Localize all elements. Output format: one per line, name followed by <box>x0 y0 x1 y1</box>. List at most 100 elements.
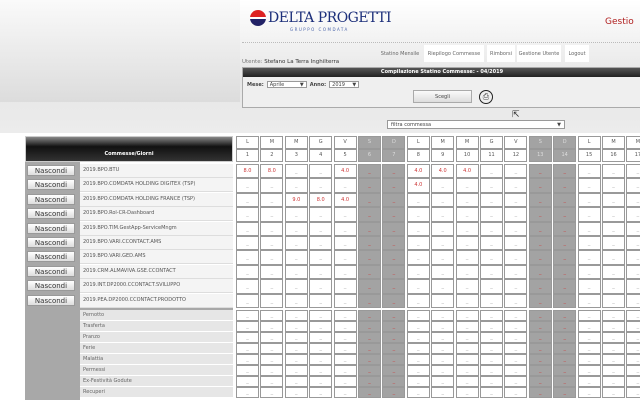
extra-cell[interactable]: _ <box>480 354 503 365</box>
extra-cell[interactable]: _ <box>431 365 455 376</box>
hours-cell[interactable]: _ <box>504 178 528 193</box>
hours-cell[interactable]: _ <box>333 221 357 236</box>
mese-select[interactable]: Aprile ▼ <box>266 81 307 88</box>
extra-cell[interactable]: _ <box>602 343 625 354</box>
hours-cell[interactable]: _ <box>406 279 430 294</box>
extra-cell[interactable]: _ <box>406 321 430 332</box>
extra-cell[interactable]: _ <box>284 343 308 354</box>
extra-cell[interactable]: _ <box>553 321 577 332</box>
hours-cell[interactable]: _ <box>333 250 357 265</box>
extra-cell[interactable]: _ <box>260 376 284 387</box>
hours-cell[interactable]: 4.0 <box>333 164 357 179</box>
hours-cell[interactable]: _ <box>236 221 259 236</box>
hide-button[interactable]: Nascondi <box>27 237 75 248</box>
extra-cell[interactable]: _ <box>553 343 577 354</box>
hours-cell[interactable]: _ <box>553 279 577 294</box>
hours-cell[interactable]: _ <box>504 221 528 236</box>
hours-cell[interactable]: _ <box>236 264 259 280</box>
extra-cell[interactable]: _ <box>577 332 601 343</box>
hours-cell[interactable]: _ <box>577 192 601 208</box>
hours-cell[interactable]: _ <box>236 192 259 208</box>
extra-cell[interactable]: _ <box>284 365 308 376</box>
hours-cell[interactable]: _ <box>358 164 381 179</box>
hours-cell[interactable]: _ <box>382 279 406 294</box>
extra-cell[interactable]: _ <box>528 332 552 343</box>
extra-cell[interactable]: _ <box>602 365 625 376</box>
hours-cell[interactable]: _ <box>626 293 640 308</box>
hours-cell[interactable]: _ <box>504 207 528 222</box>
hours-cell[interactable]: _ <box>626 178 640 193</box>
scegli-button[interactable]: Scegli <box>413 90 472 103</box>
hours-cell[interactable]: _ <box>455 236 479 251</box>
hours-cell[interactable]: _ <box>260 236 284 251</box>
extra-cell[interactable]: _ <box>333 332 357 343</box>
hide-button[interactable]: Nascondi <box>27 165 75 176</box>
hours-cell[interactable]: _ <box>626 164 640 179</box>
hours-cell[interactable]: _ <box>236 178 259 193</box>
hours-cell[interactable]: _ <box>358 279 381 294</box>
extra-cell[interactable]: _ <box>528 343 552 354</box>
hours-cell[interactable]: _ <box>480 293 503 308</box>
hours-cell[interactable]: _ <box>504 192 528 208</box>
hours-cell[interactable]: _ <box>528 178 552 193</box>
extra-cell[interactable]: _ <box>309 365 333 376</box>
hours-cell[interactable]: 4.0 <box>455 164 479 179</box>
hours-cell[interactable]: _ <box>309 164 333 179</box>
hours-cell[interactable]: _ <box>284 221 308 236</box>
extra-cell[interactable]: _ <box>455 354 479 365</box>
hours-cell[interactable]: _ <box>602 236 625 251</box>
hours-cell[interactable]: _ <box>406 293 430 308</box>
hours-cell[interactable]: _ <box>431 178 455 193</box>
hours-cell[interactable]: _ <box>309 178 333 193</box>
extra-cell[interactable]: _ <box>358 365 381 376</box>
hours-cell[interactable]: _ <box>480 279 503 294</box>
extra-cell[interactable]: _ <box>602 376 625 387</box>
hours-cell[interactable]: _ <box>333 293 357 308</box>
hours-cell[interactable]: _ <box>455 178 479 193</box>
hours-cell[interactable]: _ <box>602 293 625 308</box>
extra-cell[interactable]: _ <box>236 365 259 376</box>
hours-cell[interactable]: 8.0 <box>260 164 284 179</box>
hours-cell[interactable]: _ <box>553 250 577 265</box>
hours-cell[interactable]: _ <box>528 293 552 308</box>
extra-cell[interactable]: _ <box>455 310 479 321</box>
hours-cell[interactable]: 4.0 <box>406 164 430 179</box>
hours-cell[interactable]: _ <box>553 236 577 251</box>
extra-cell[interactable]: _ <box>309 332 333 343</box>
hours-cell[interactable]: _ <box>528 264 552 280</box>
extra-cell[interactable]: _ <box>406 376 430 387</box>
extra-cell[interactable]: _ <box>528 310 552 321</box>
hours-cell[interactable]: 8.0 <box>309 192 333 208</box>
nav-riepilogo-commesse[interactable]: Riepilogo Commesse <box>424 45 484 62</box>
extra-cell[interactable]: _ <box>358 376 381 387</box>
extra-cell[interactable]: _ <box>431 376 455 387</box>
extra-cell[interactable]: _ <box>309 321 333 332</box>
hide-button[interactable]: Nascondi <box>27 251 75 263</box>
extra-cell[interactable]: _ <box>626 343 640 354</box>
extra-cell[interactable]: _ <box>284 321 308 332</box>
hours-cell[interactable]: _ <box>455 293 479 308</box>
hours-cell[interactable]: _ <box>577 236 601 251</box>
hours-cell[interactable]: _ <box>455 250 479 265</box>
extra-cell[interactable]: _ <box>577 321 601 332</box>
extra-cell[interactable]: _ <box>309 310 333 321</box>
hours-cell[interactable]: _ <box>626 279 640 294</box>
extra-cell[interactable]: _ <box>260 365 284 376</box>
hours-cell[interactable]: _ <box>309 207 333 222</box>
extra-cell[interactable]: _ <box>626 321 640 332</box>
hours-cell[interactable]: _ <box>431 250 455 265</box>
extra-cell[interactable]: _ <box>333 387 357 398</box>
hours-cell[interactable]: _ <box>455 221 479 236</box>
hours-cell[interactable]: _ <box>528 164 552 179</box>
extra-cell[interactable]: _ <box>504 343 528 354</box>
extra-cell[interactable]: _ <box>553 387 577 398</box>
extra-cell[interactable]: _ <box>309 387 333 398</box>
hours-cell[interactable]: _ <box>431 192 455 208</box>
hours-cell[interactable]: _ <box>626 207 640 222</box>
hours-cell[interactable]: _ <box>504 264 528 280</box>
hours-cell[interactable]: _ <box>528 192 552 208</box>
hours-cell[interactable]: _ <box>284 264 308 280</box>
hours-cell[interactable]: 4.0 <box>406 178 430 193</box>
extra-cell[interactable]: _ <box>236 354 259 365</box>
hours-cell[interactable]: _ <box>626 250 640 265</box>
